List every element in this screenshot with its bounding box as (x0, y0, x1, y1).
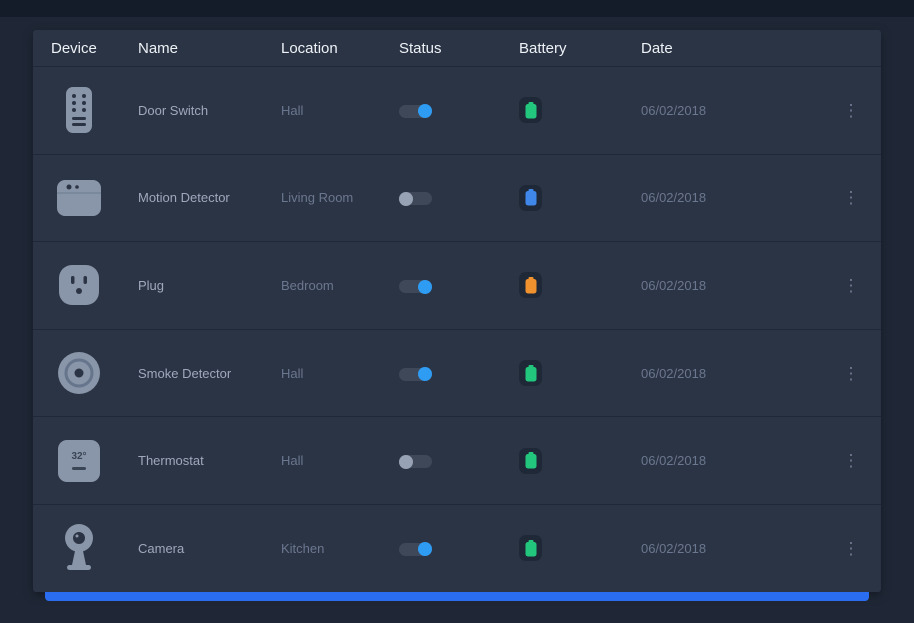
device-date: 06/02/2018 (641, 541, 831, 556)
row-menu-button[interactable]: ⋮ (831, 277, 871, 294)
device-date: 06/02/2018 (641, 366, 831, 381)
device-date: 06/02/2018 (641, 190, 831, 205)
remote-icon (51, 87, 107, 133)
status-toggle[interactable] (399, 368, 432, 381)
row-menu-button[interactable]: ⋮ (831, 189, 871, 206)
smoke-detector-icon (51, 351, 107, 395)
status-toggle[interactable] (399, 192, 432, 205)
table-row: Smoke Detector Hall 06/02/2018 ⋮ (33, 329, 881, 417)
device-location: Hall (281, 453, 399, 468)
col-header-date: Date (641, 40, 831, 57)
device-location: Living Room (281, 190, 399, 205)
device-name: Door Switch (138, 103, 281, 118)
device-date: 06/02/2018 (641, 453, 831, 468)
status-toggle[interactable] (399, 280, 432, 293)
status-toggle[interactable] (399, 543, 432, 556)
device-date: 06/02/2018 (641, 103, 831, 118)
battery-indicator (519, 272, 542, 298)
battery-indicator (519, 185, 542, 211)
row-menu-button[interactable]: ⋮ (831, 540, 871, 557)
device-name: Smoke Detector (138, 366, 281, 381)
devices-table-card: Device Name Location Status Battery Date… (33, 30, 881, 592)
table-row: Motion Detector Living Room 06/02/2018 ⋮ (33, 154, 881, 242)
battery-indicator (519, 97, 542, 123)
device-location: Hall (281, 366, 399, 381)
device-name: Thermostat (138, 453, 281, 468)
device-location: Kitchen (281, 541, 399, 556)
col-header-status: Status (399, 40, 519, 57)
thermostat-icon: 32° (51, 440, 107, 482)
plug-icon (51, 265, 107, 305)
table-header: Device Name Location Status Battery Date (33, 30, 881, 66)
table-row: Plug Bedroom 06/02/2018 ⋮ (33, 241, 881, 329)
battery-indicator (519, 360, 542, 386)
row-menu-button[interactable]: ⋮ (831, 102, 871, 119)
row-menu-button[interactable]: ⋮ (831, 365, 871, 382)
device-name: Motion Detector (138, 190, 281, 205)
battery-indicator (519, 448, 542, 474)
col-header-device: Device (51, 40, 138, 57)
status-toggle[interactable] (399, 105, 432, 118)
table-row: 32° Thermostat Hall 06/02/2018 ⋮ (33, 416, 881, 504)
table-row: Camera Kitchen 06/02/2018 ⋮ (33, 504, 881, 592)
battery-indicator (519, 535, 542, 561)
device-date: 06/02/2018 (641, 278, 831, 293)
device-location: Hall (281, 103, 399, 118)
thermostat-temp-label: 32° (71, 451, 86, 462)
col-header-location: Location (281, 40, 399, 57)
camera-icon (51, 523, 107, 573)
table-row: Door Switch Hall 06/02/2018 ⋮ (33, 66, 881, 154)
col-header-name: Name (138, 40, 281, 57)
col-header-battery: Battery (519, 40, 641, 57)
bottom-accent-bar (45, 592, 869, 601)
top-window-strip (0, 0, 914, 17)
row-menu-button[interactable]: ⋮ (831, 452, 871, 469)
status-toggle[interactable] (399, 455, 432, 468)
motion-detector-icon (51, 180, 107, 216)
device-location: Bedroom (281, 278, 399, 293)
device-name: Camera (138, 541, 281, 556)
device-name: Plug (138, 278, 281, 293)
